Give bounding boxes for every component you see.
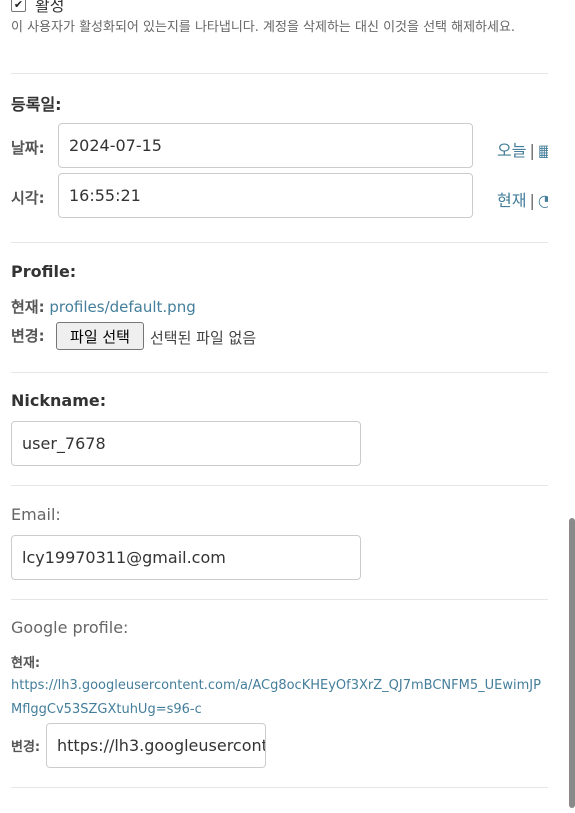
- divider: [11, 73, 548, 74]
- active-field: ✔ 활성: [11, 0, 64, 16]
- active-checkbox[interactable]: ✔: [11, 0, 26, 12]
- profile-change-label: 변경:: [11, 327, 45, 345]
- user-change-form: ✔ 활성 이 사용자가 활성화되어 있는지를 나타냅니다. 계정을 삭제하는 대…: [0, 0, 548, 813]
- divider: [11, 372, 548, 373]
- date-joined-title: 등록일:: [11, 95, 62, 114]
- profile-current: 현재: profiles/default.png: [11, 296, 196, 317]
- google-profile-input-value: https://lh3.googleusercontent.com/a/ACg8…: [57, 736, 266, 755]
- nickname-input-value: user_7678: [22, 434, 106, 453]
- google-profile-input[interactable]: https://lh3.googleusercontent.com/a/ACg8…: [46, 723, 266, 768]
- divider: [11, 787, 548, 788]
- active-label: 활성: [35, 0, 65, 15]
- email-input[interactable]: lcy19970311@gmail.com: [11, 535, 361, 580]
- now-link[interactable]: 현재: [497, 191, 526, 210]
- google-profile-current-label: 현재:: [11, 656, 41, 671]
- time-input-value: 16:55:21: [69, 186, 141, 205]
- date-shortcuts: 오늘 | ▦: [497, 137, 548, 161]
- divider: [11, 485, 548, 486]
- no-file-text: 선택된 파일 없음: [150, 329, 257, 347]
- today-link[interactable]: 오늘: [497, 141, 526, 160]
- google-profile-change-label: 변경:: [11, 740, 41, 755]
- scrollbar-thumb[interactable]: [569, 518, 575, 808]
- time-label: 시각:: [11, 189, 45, 207]
- divider: [11, 599, 548, 600]
- shortcut-separator: |: [529, 141, 535, 160]
- choose-file-button[interactable]: 파일 선택: [56, 322, 144, 350]
- email-input-value: lcy19970311@gmail.com: [22, 548, 226, 567]
- date-label: 날짜:: [11, 139, 45, 157]
- time-shortcuts: 현재 | ◔: [497, 187, 548, 211]
- email-title: Email:: [11, 505, 61, 524]
- divider: [11, 242, 548, 243]
- active-help-text: 이 사용자가 활성화되어 있는지를 나타냅니다. 계정을 삭제하는 대신 이것을…: [11, 20, 516, 35]
- shortcut-separator: |: [529, 191, 535, 210]
- profile-current-link[interactable]: profiles/default.png: [49, 298, 195, 316]
- calendar-icon[interactable]: ▦: [538, 141, 548, 160]
- nickname-title: Nickname:: [11, 391, 107, 410]
- google-profile-title: Google profile:: [11, 618, 129, 637]
- checkmark-icon: ✔: [13, 0, 24, 11]
- profile-current-label: 현재:: [11, 298, 45, 316]
- date-input[interactable]: 2024-07-15: [58, 123, 473, 168]
- time-input[interactable]: 16:55:21: [58, 173, 473, 218]
- profile-title: Profile:: [11, 262, 77, 281]
- google-profile-current-link[interactable]: https://lh3.googleusercontent.com/a/ACg8…: [11, 674, 548, 722]
- nickname-input[interactable]: user_7678: [11, 421, 361, 466]
- clock-icon[interactable]: ◔: [538, 191, 548, 210]
- date-input-value: 2024-07-15: [69, 136, 162, 155]
